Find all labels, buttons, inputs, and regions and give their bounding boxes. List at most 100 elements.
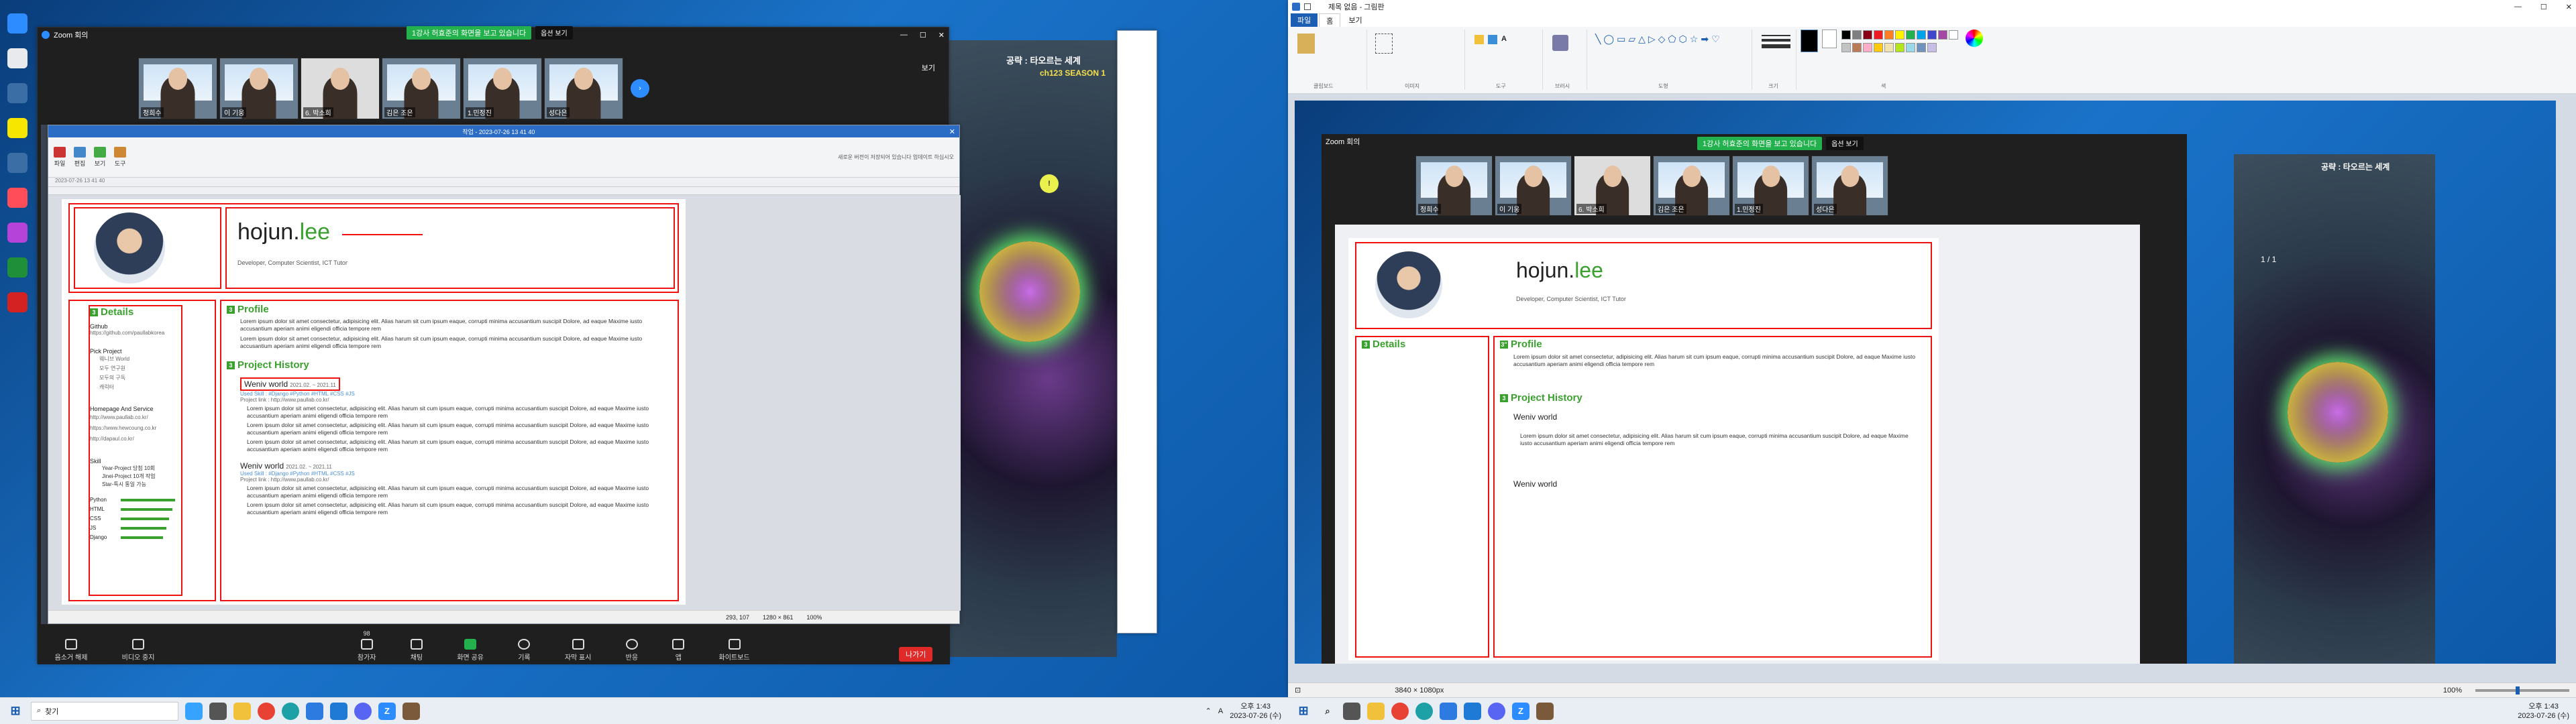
color-swatch[interactable] <box>1927 43 1937 52</box>
discord-icon[interactable] <box>354 702 372 720</box>
zoom-slider[interactable] <box>2475 686 2569 695</box>
desktop-icon[interactable] <box>4 188 31 208</box>
explorer-icon[interactable] <box>233 702 251 720</box>
color-swatch[interactable] <box>1863 43 1872 52</box>
select-icon[interactable] <box>1375 34 1393 54</box>
search-box[interactable]: ⌕ 찾기 <box>31 701 178 721</box>
zoom-taskbar-icon[interactable]: Z <box>1512 702 1529 720</box>
explorer-icon[interactable] <box>1367 702 1385 720</box>
start-button[interactable]: ⊞ <box>7 703 24 720</box>
chat-button[interactable]: 채팅 <box>411 639 423 662</box>
close-icon[interactable]: ✕ <box>938 31 945 40</box>
desktop-icon[interactable] <box>4 13 31 34</box>
start-button[interactable]: ⊞ <box>1295 703 1312 720</box>
whiteboard-button[interactable]: 화이트보드 <box>719 639 750 662</box>
discord-icon[interactable] <box>1488 702 1505 720</box>
chrome-icon[interactable] <box>258 702 275 720</box>
paint-zoom[interactable]: 100% <box>2443 686 2462 695</box>
game-icon[interactable] <box>1536 702 1554 720</box>
desktop-icon[interactable] <box>4 83 31 103</box>
maximize-icon[interactable]: ☐ <box>2540 3 2547 11</box>
tab-home[interactable]: 홈 <box>1319 13 1341 27</box>
vscode-icon[interactable] <box>1464 702 1481 720</box>
participant-tile[interactable]: 정희수 <box>138 58 217 119</box>
desktop-icon[interactable] <box>4 118 31 138</box>
color-swatch[interactable] <box>1841 30 1851 40</box>
view-button[interactable]: 보기 <box>922 62 935 73</box>
color-swatch[interactable] <box>1917 43 1926 52</box>
participants-button[interactable]: 98 참가자 <box>358 630 376 662</box>
project-link[interactable]: Project link : http://www.paullab.co.kr/ <box>240 397 669 403</box>
tab-view[interactable]: 보기 <box>1342 13 1368 27</box>
viewer-close-icon[interactable]: ✕ <box>949 127 955 136</box>
edit-colors-icon[interactable] <box>1966 29 1983 47</box>
share-screen-button[interactable]: 화면 공유 <box>457 639 484 662</box>
color-swatch[interactable] <box>1895 30 1904 40</box>
video-button[interactable]: 비디오 중지 <box>122 639 154 662</box>
store-icon[interactable] <box>306 702 323 720</box>
color-swatch[interactable] <box>1874 30 1883 40</box>
menu-file[interactable]: 파일 <box>54 147 66 168</box>
homepage-url[interactable]: http://dapaul.co.kr/ <box>90 434 211 444</box>
lang-indicator[interactable]: A <box>1218 707 1223 715</box>
color-swatch[interactable] <box>1874 43 1883 52</box>
color-swatch[interactable] <box>1949 30 1958 40</box>
color-swatch[interactable] <box>1852 30 1862 40</box>
desktop-icon[interactable] <box>4 223 31 243</box>
viewer-tab[interactable]: 2023-07-26 13 41 40 <box>48 178 959 187</box>
minimize-icon[interactable]: — <box>2514 3 2522 11</box>
desktop-icon[interactable] <box>4 153 31 173</box>
text-icon[interactable]: A <box>1501 35 1507 44</box>
color-1[interactable] <box>1801 29 1818 52</box>
copilot-icon[interactable] <box>185 702 203 720</box>
taskview-icon[interactable] <box>1343 702 1360 720</box>
clock[interactable]: 오후 1:43 2023-07-26 (수) <box>1230 702 1281 721</box>
fill-icon[interactable] <box>1488 35 1497 44</box>
quick-save-icon[interactable] <box>1304 3 1311 10</box>
apps-button[interactable]: 앱 <box>672 639 685 662</box>
participant-tile[interactable]: 6. 박소희 <box>301 58 380 119</box>
chrome-icon[interactable] <box>1391 702 1409 720</box>
clock[interactable]: 오후 1:43 2023-07-26 (수) <box>2518 702 2569 721</box>
menu-edit[interactable]: 편집 <box>74 147 86 168</box>
color-swatch[interactable] <box>1863 30 1872 40</box>
vscode-icon[interactable] <box>330 702 347 720</box>
color-swatch[interactable] <box>1841 43 1851 52</box>
participant-tile[interactable]: 성다은 <box>544 58 623 119</box>
menu-tools[interactable]: 도구 <box>114 147 126 168</box>
reactions-button[interactable]: 반응 <box>626 639 638 662</box>
shapes-icon[interactable]: ╲◯▭▱△▷◇⬠⬡☆➡♡ <box>1595 34 1748 45</box>
participant-tile[interactable]: 1.민정진 <box>463 58 542 119</box>
edge-icon[interactable] <box>282 702 299 720</box>
search-icon[interactable]: ⌕ <box>1319 703 1336 720</box>
color-swatch[interactable] <box>1852 43 1862 52</box>
leave-button[interactable]: 나가기 <box>899 647 933 662</box>
next-participants-button[interactable]: › <box>631 79 649 98</box>
color-swatch[interactable] <box>1927 30 1937 40</box>
tab-file[interactable]: 파일 <box>1291 13 1318 27</box>
maximize-icon[interactable]: ☐ <box>920 31 926 40</box>
game-icon[interactable] <box>402 702 420 720</box>
color-2[interactable] <box>1822 29 1837 48</box>
record-button[interactable]: 기록 <box>518 639 531 662</box>
desktop-icon[interactable] <box>4 292 31 312</box>
tray-arrow-icon[interactable]: ⌃ <box>1205 707 1212 715</box>
color-swatch[interactable] <box>1906 43 1915 52</box>
taskview-icon[interactable] <box>209 702 227 720</box>
color-swatch[interactable] <box>1917 30 1926 40</box>
github-url[interactable]: https://github.com/paullabkorea <box>90 330 211 336</box>
brush-icon[interactable] <box>1552 35 1568 51</box>
desktop-icon[interactable] <box>4 48 31 68</box>
color-swatch[interactable] <box>1906 30 1915 40</box>
zoom-taskbar-icon[interactable]: Z <box>378 702 396 720</box>
participant-tile[interactable]: 이 기웅 <box>219 58 299 119</box>
paint-canvas[interactable]: 공략 : 타오르는 세계 1 / 1 Zoom 회의 1강사 허효준의 화면을 … <box>1295 101 2556 664</box>
participant-tile[interactable]: 김은 조은 <box>382 58 461 119</box>
color-swatch[interactable] <box>1884 30 1894 40</box>
minimize-icon[interactable]: — <box>900 31 908 40</box>
size-icon[interactable] <box>1762 35 1790 48</box>
menu-view[interactable]: 보기 <box>94 147 106 168</box>
desktop-icon[interactable] <box>4 257 31 278</box>
paste-icon[interactable] <box>1297 34 1315 54</box>
color-swatch[interactable] <box>1895 43 1904 52</box>
